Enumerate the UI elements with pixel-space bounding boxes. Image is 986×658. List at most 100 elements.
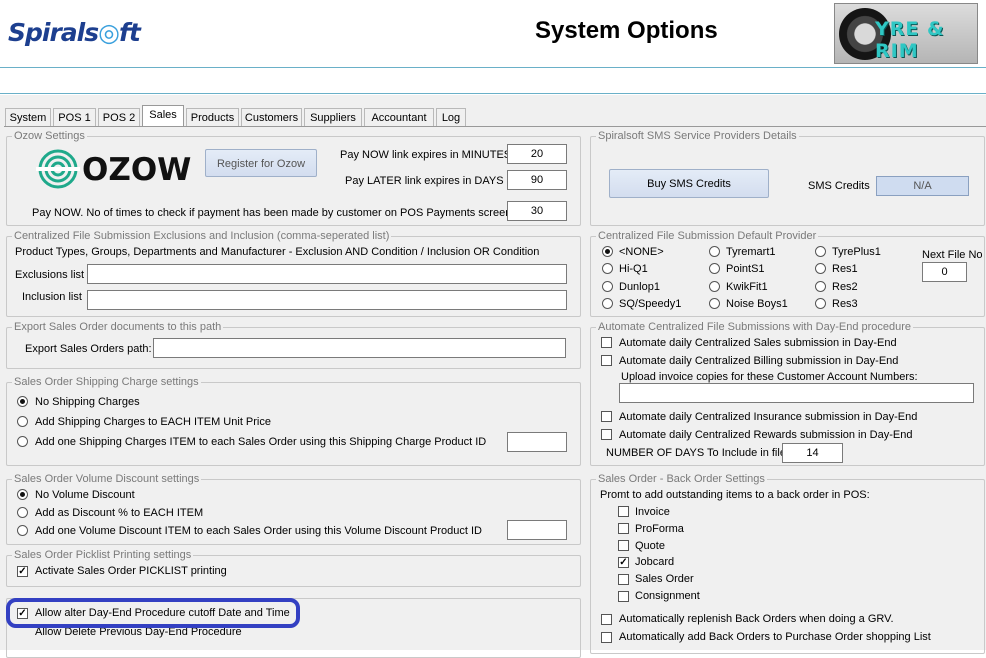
automate-sales-checkbox[interactable] xyxy=(601,337,612,348)
provider-points1-label: PointS1 xyxy=(726,263,765,275)
register-ozow-button[interactable]: Register for Ozow xyxy=(205,149,317,177)
next-file-no-input[interactable]: 0 xyxy=(922,262,967,282)
backorder-salesorder-label: Sales Order xyxy=(635,573,694,585)
upload-invoice-label: Upload invoice copies for these Customer… xyxy=(621,371,918,383)
picklist-activate-label: Activate Sales Order PICKLIST printing xyxy=(35,565,227,577)
backorder-legend: Sales Order - Back Order Settings xyxy=(596,473,767,485)
cfs-exclusions-legend: Centralized File Submission Exclusions a… xyxy=(12,230,392,242)
volume-option-none-label: No Volume Discount xyxy=(35,489,135,501)
days-to-include-input[interactable]: 14 xyxy=(782,443,843,463)
sms-provider-legend: Spiralsoft SMS Service Providers Details xyxy=(596,130,799,142)
pay-now-expiry-label: Pay NOW link expires in MINUTES xyxy=(340,149,512,161)
backorder-jobcard-label: Jobcard xyxy=(635,556,675,568)
buy-sms-credits-button[interactable]: Buy SMS Credits xyxy=(609,169,769,198)
tab-log[interactable]: Log xyxy=(436,108,466,127)
days-to-include-label: NUMBER OF DAYS To Include in file xyxy=(606,447,786,459)
tab-accountant[interactable]: Accountant xyxy=(364,108,434,127)
provider-res1-label: Res1 xyxy=(832,263,858,275)
page-title: System Options xyxy=(535,17,718,44)
backorder-jobcard-checkbox[interactable]: ✓ xyxy=(618,557,629,568)
provider-sqspeedy1-radio[interactable] xyxy=(602,298,613,309)
automate-insurance-label: Automate daily Centralized Insurance sub… xyxy=(619,411,918,423)
replenish-backorders-checkbox[interactable] xyxy=(601,614,612,625)
provider-res3-radio[interactable] xyxy=(815,298,826,309)
backorder-quote-label: Quote xyxy=(635,540,665,552)
next-file-no-label: Next File No xyxy=(922,249,983,261)
export-path-input[interactable] xyxy=(153,338,566,358)
shipping-option-none-label: No Shipping Charges xyxy=(35,396,140,408)
logo-swirl-icon: ◎ xyxy=(98,18,120,47)
volume-option-product-label: Add one Volume Discount ITEM to each Sal… xyxy=(35,525,482,537)
automate-billing-checkbox[interactable] xyxy=(601,355,612,366)
exclusions-list-input[interactable] xyxy=(87,264,567,284)
payment-check-count-label: Pay NOW. No of times to check if payment… xyxy=(32,207,512,219)
default-provider-legend: Centralized File Submission Default Prov… xyxy=(596,230,819,242)
shipping-option-each-item-radio[interactable] xyxy=(17,416,28,427)
backorder-proforma-checkbox[interactable] xyxy=(618,523,629,534)
provider-tyreplus1-radio[interactable] xyxy=(815,246,826,257)
shipping-option-product-label: Add one Shipping Charges ITEM to each Sa… xyxy=(35,436,487,448)
shipping-option-none-radio[interactable] xyxy=(17,396,28,407)
shipping-option-each-item-label: Add Shipping Charges to EACH ITEM Unit P… xyxy=(35,416,271,428)
provider-res1-radio[interactable] xyxy=(815,263,826,274)
tab-suppliers[interactable]: Suppliers xyxy=(304,108,362,127)
upload-invoice-accounts-input[interactable] xyxy=(619,383,974,403)
provider-res2-radio[interactable] xyxy=(815,281,826,292)
backorder-proforma-label: ProForma xyxy=(635,523,684,535)
provider-noiseboys1-label: Noise Boys1 xyxy=(726,298,788,310)
volume-option-discount-radio[interactable] xyxy=(17,507,28,518)
automate-insurance-checkbox[interactable] xyxy=(601,411,612,422)
provider-res2-label: Res2 xyxy=(832,281,858,293)
app-header: Spirals◎ft System Options YRE & RIM xyxy=(0,0,986,68)
backorder-salesorder-checkbox[interactable] xyxy=(618,574,629,585)
volume-option-product-radio[interactable] xyxy=(17,525,28,536)
picklist-legend: Sales Order Picklist Printing settings xyxy=(12,549,194,561)
header-band xyxy=(0,68,986,94)
volume-discount-legend: Sales Order Volume Discount settings xyxy=(12,473,202,485)
payment-check-count-input[interactable]: 30 xyxy=(507,201,567,221)
automate-rewards-label: Automate daily Centralized Rewards submi… xyxy=(619,429,913,441)
sms-credits-value: N/A xyxy=(876,176,969,196)
add-backorders-po-checkbox[interactable] xyxy=(601,632,612,643)
provider-kwikfit1-radio[interactable] xyxy=(709,281,720,292)
export-path-legend: Export Sales Order documents to this pat… xyxy=(12,321,224,333)
provider-none-label: <NONE> xyxy=(619,246,664,258)
backorder-consignment-label: Consignment xyxy=(635,590,700,602)
provider-dunlop1-label: Dunlop1 xyxy=(619,281,660,293)
tab-divider xyxy=(4,126,986,127)
pay-now-expiry-input[interactable]: 20 xyxy=(507,144,567,164)
shipping-product-id-input[interactable] xyxy=(507,432,567,452)
provider-points1-radio[interactable] xyxy=(709,263,720,274)
automate-rewards-checkbox[interactable] xyxy=(601,429,612,440)
provider-hiq1-radio[interactable] xyxy=(602,263,613,274)
tab-pos1[interactable]: POS 1 xyxy=(53,108,96,127)
inclusion-list-input[interactable] xyxy=(87,290,567,310)
backorder-consignment-checkbox[interactable] xyxy=(618,591,629,602)
automate-dayend-legend: Automate Centralized File Submissions wi… xyxy=(596,321,914,333)
tyre-and-rim-logo: YRE & RIM xyxy=(834,3,978,64)
pay-later-expiry-input[interactable]: 90 xyxy=(507,170,567,190)
provider-kwikfit1-label: KwikFit1 xyxy=(726,281,768,293)
backorder-quote-checkbox[interactable] xyxy=(618,540,629,551)
provider-hiq1-label: Hi-Q1 xyxy=(619,263,648,275)
tab-pos2[interactable]: POS 2 xyxy=(98,108,140,127)
provider-noiseboys1-radio[interactable] xyxy=(709,298,720,309)
picklist-activate-checkbox[interactable]: ✓ xyxy=(17,566,28,577)
provider-tyremart1-label: Tyremart1 xyxy=(726,246,776,258)
volume-option-none-radio[interactable] xyxy=(17,489,28,500)
backorder-invoice-checkbox[interactable] xyxy=(618,506,629,517)
tab-customers[interactable]: Customers xyxy=(241,108,302,127)
provider-sqspeedy1-label: SQ/Speedy1 xyxy=(619,298,682,310)
provider-none-radio[interactable] xyxy=(602,246,613,257)
shipping-option-product-radio[interactable] xyxy=(17,436,28,447)
provider-tyremart1-radio[interactable] xyxy=(709,246,720,257)
replenish-backorders-label: Automatically replenish Back Orders when… xyxy=(619,613,894,625)
volume-product-id-input[interactable] xyxy=(507,520,567,540)
tab-products[interactable]: Products xyxy=(186,108,239,127)
tab-sales[interactable]: Sales xyxy=(142,105,184,127)
inclusion-list-label: Inclusion list xyxy=(22,291,82,303)
provider-dunlop1-radio[interactable] xyxy=(602,281,613,292)
highlight-annotation xyxy=(6,598,300,628)
backorder-prompt-label: Promt to add outstanding items to a back… xyxy=(600,489,870,501)
tab-system[interactable]: System xyxy=(5,108,51,127)
